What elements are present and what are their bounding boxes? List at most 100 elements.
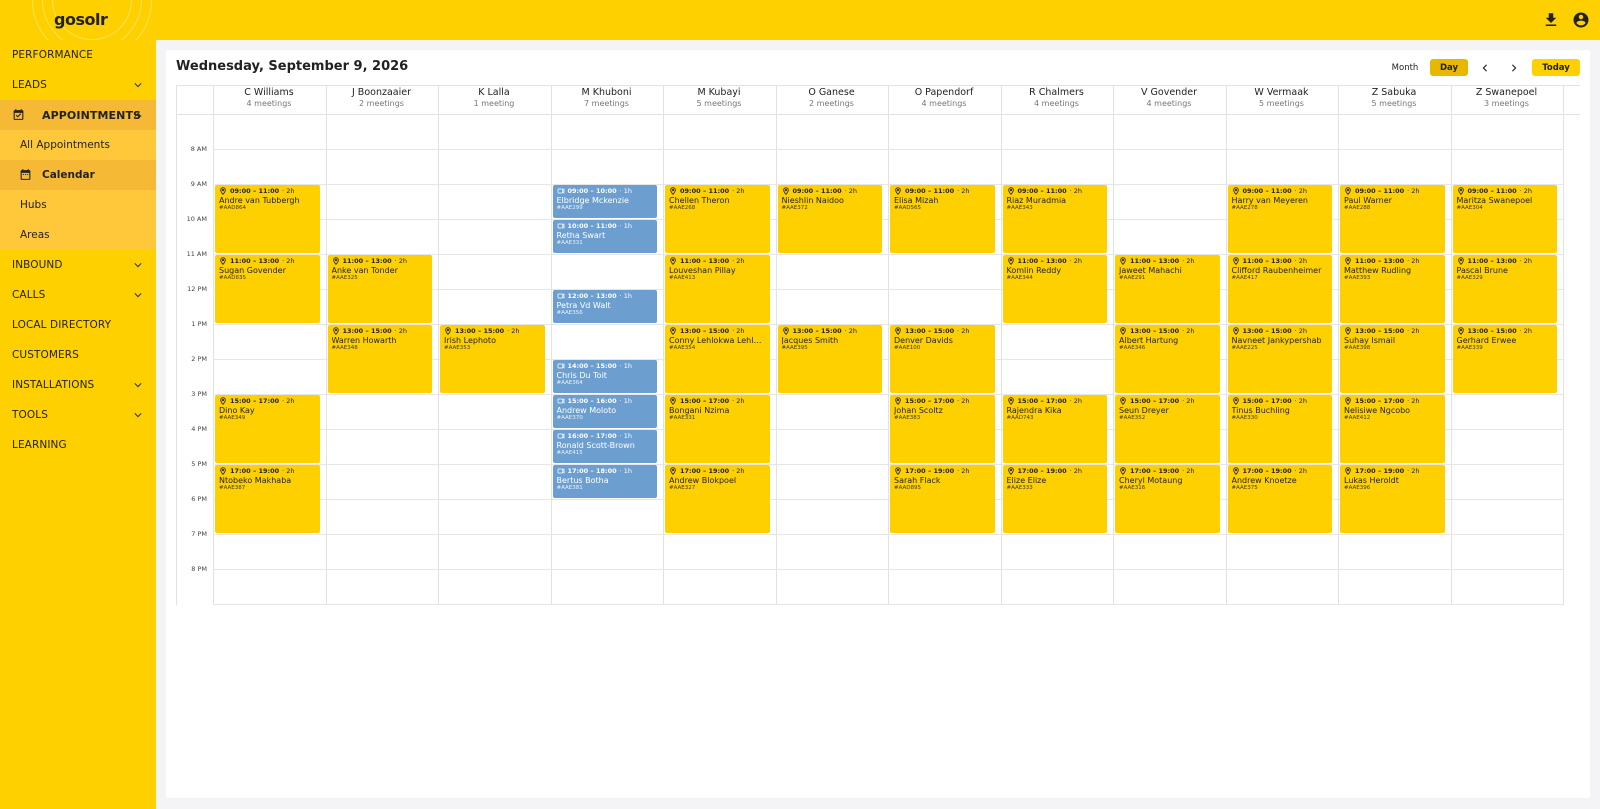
column-header[interactable]: V Govender 4 meetings	[1113, 87, 1225, 108]
appointment-card[interactable]: 09:00 – 11:00 · 2h Maritza Swanepoel #AAE30…	[1452, 185, 1557, 253]
nav-installations[interactable]: INSTALLATIONS	[0, 370, 156, 400]
appointment-card[interactable]: 17:00 – 19:00 · 2h Elize Elize #AAE333	[1002, 465, 1107, 533]
appointment-card[interactable]: 13:00 – 15:00 · 2h Jacques Smith #AAE395	[777, 325, 882, 393]
chevron-left-icon	[1482, 63, 1487, 72]
appointment-card[interactable]: 13:00 – 15:00 · 2h Albert Hartung #AAE346	[1115, 325, 1220, 393]
appointment-time: 09:00 – 11:00 · 2h	[782, 187, 879, 195]
location-pin-icon	[1007, 257, 1014, 265]
nav-performance[interactable]: PERFORMANCE	[0, 40, 156, 70]
appointment-time: 13:00 – 15:00 · 2h	[444, 327, 541, 335]
appointment-card[interactable]: 17:00 – 18:00 · 1h Bertus Botha #AAE381	[552, 465, 657, 498]
appointment-time: 13:00 – 15:00 · 2h	[1344, 327, 1441, 335]
appointment-card[interactable]: 10:00 – 11:00 · 1h Retha Swart #AAE331	[552, 220, 657, 253]
duration: · 2h	[282, 187, 295, 195]
day-view-button[interactable]: Day	[1430, 59, 1468, 76]
appointment-card[interactable]: 09:00 – 11:00 · 2h Paul Warner #AAE288	[1340, 185, 1445, 253]
column-header[interactable]: M Kubayi 5 meetings	[663, 87, 775, 108]
appointment-card[interactable]: 11:00 – 13:00 · 2h Matthew Rudling #AAE393	[1340, 255, 1445, 323]
month-view-button[interactable]: Month	[1387, 59, 1423, 76]
appointment-card[interactable]: 13:00 – 15:00 · 2h Irish Lephoto #AAE353	[440, 325, 545, 393]
customer-name: Clifford Raubenheimer	[1231, 266, 1322, 275]
download-icon[interactable]	[1542, 11, 1560, 29]
appointment-card[interactable]: 09:00 – 11:00 · 2h Andre van Tubbergh #AAD8…	[215, 185, 320, 253]
appointment-card[interactable]: 13:00 – 15:00 · 2h Conny Lehlokwa Lehlokwa…	[665, 325, 770, 393]
appointment-card[interactable]: 14:00 – 15:00 · 1h Chris Du Toit #AAE364	[552, 360, 657, 393]
appointment-card[interactable]: 15:00 – 16:00 · 1h Andrew Moloto #AAE370	[552, 395, 657, 428]
appointment-card[interactable]: 11:00 – 13:00 · 2h Louveshan Pillay #AAE413	[665, 255, 770, 323]
customer-name: Matthew Rudling	[1344, 266, 1412, 275]
today-button[interactable]: Today	[1532, 59, 1580, 76]
appointment-card[interactable]: 13:00 – 15:00 · 2h Warren Howarth #AAE348	[327, 325, 432, 393]
nav-local-directory[interactable]: LOCAL DIRECTORY	[0, 310, 156, 340]
column-header[interactable]: K Lalla 1 meeting	[438, 87, 550, 108]
location-pin-icon	[1232, 327, 1239, 335]
appointment-card[interactable]: 15:00 – 17:00 · 2h Rajendra Kika #AAD743	[1002, 395, 1107, 463]
nav-customers[interactable]: CUSTOMERS	[0, 340, 156, 370]
appointment-card[interactable]: 12:00 – 13:00 · 1h Petra Vd Walt #AAE356	[552, 290, 657, 323]
column-header[interactable]: O Ganese 2 meetings	[776, 87, 888, 108]
appointment-card[interactable]: 17:00 – 19:00 · 2h Cheryl Motaung #AAE316	[1115, 465, 1220, 533]
account-circle-icon[interactable]	[1572, 11, 1590, 29]
appointment-card[interactable]: 15:00 – 17:00 · 2h Seun Dreyer #AAE352	[1115, 395, 1220, 463]
appointment-card[interactable]: 15:00 – 17:00 · 2h Nelisiwe Ngcobo #AAE412	[1340, 395, 1445, 463]
location-pin-icon	[670, 467, 676, 475]
appointment-card[interactable]: 16:00 – 17:00 · 1h Ronald Scott-Brown #AAE4…	[552, 430, 657, 463]
appointment-reference: #AAE349	[219, 415, 246, 421]
duration: · 2h	[1294, 187, 1308, 195]
appointment-reference: #AAE356	[556, 310, 583, 316]
appointment-card[interactable]: 13:00 – 15:00 · 2h Navneet Jankypershab #AA…	[1227, 325, 1332, 393]
appointment-card[interactable]: 11:00 – 13:00 · 2h Anke van Tonder #AAE325	[327, 255, 432, 323]
nav-leads[interactable]: LEADS	[0, 70, 156, 100]
nav-calls[interactable]: CALLS	[0, 280, 156, 310]
appointment-card[interactable]: 15:00 – 17:00 · 2h Bongani Nzima #AAE331	[665, 395, 770, 463]
nav-all-appointments[interactable]: All Appointments	[0, 130, 156, 160]
nav-areas[interactable]: Areas	[0, 220, 156, 250]
next-button[interactable]	[1504, 59, 1524, 76]
appointment-card[interactable]: 17:00 – 19:00 · 2h Ntobeko Makhaba #AAE387	[215, 465, 320, 533]
appointment-card[interactable]: 11:00 – 13:00 · 2h Clifford Raubenheimer #A…	[1227, 255, 1332, 323]
appointment-card[interactable]: 11:00 – 13:00 · 2h Pascal Brune #AAE329	[1452, 255, 1557, 323]
appointment-card[interactable]: 11:00 – 13:00 · 2h Sugan Govender #AAD835	[215, 255, 320, 323]
column-divider	[1450, 85, 1452, 605]
column-header[interactable]: Z Sabuka 5 meetings	[1338, 87, 1450, 108]
column-header[interactable]: R Chalmers 4 meetings	[1001, 87, 1113, 108]
column-header[interactable]: O Papendorf 4 meetings	[888, 87, 1000, 108]
appointment-card[interactable]: 17:00 – 19:00 · 2h Lukas Heroldt #AAE396	[1340, 465, 1445, 533]
column-header[interactable]: Z Swanepoel 3 meetings	[1451, 87, 1563, 108]
appointment-card[interactable]: 09:00 – 10:00 · 1h Elbridge Mckenzie #AAE29…	[552, 185, 657, 218]
appointment-reference: #AAD565	[894, 205, 922, 211]
appointment-card[interactable]: 09:00 – 11:00 · 2h Elisa Mizah #AAD565	[890, 185, 995, 253]
nav-inbound[interactable]: INBOUND	[0, 250, 156, 280]
previous-button[interactable]	[1475, 59, 1495, 76]
appointment-card[interactable]: 17:00 – 19:00 · 2h Andrew Blokpoel #AAE327	[665, 465, 770, 533]
column-header[interactable]: C Williams 4 meetings	[213, 87, 325, 108]
column-header[interactable]: M Khuboni 7 meetings	[551, 87, 663, 108]
nav-appointments[interactable]: APPOINTMENTS	[0, 100, 156, 130]
appointment-card[interactable]: 09:00 – 11:00 · 2h Riaz Muradmia #AAE343	[1002, 185, 1107, 253]
appointment-card[interactable]: 13:00 – 15:00 · 2h Suhay Ismail #AAE398	[1340, 325, 1445, 393]
appointment-card[interactable]: 13:00 – 15:00 · 2h Denver Davids #AAE100	[890, 325, 995, 393]
appointment-card[interactable]: 15:00 – 17:00 · 2h Dino Kay #AAE349	[215, 395, 320, 463]
appointment-card[interactable]: 09:00 – 11:00 · 2h Chellen Theron #AAE268	[665, 185, 770, 253]
nav-tools[interactable]: TOOLS	[0, 400, 156, 430]
appointment-card[interactable]: 15:00 – 17:00 · 2h Johan Scoltz #AAE383	[890, 395, 995, 463]
appointment-card[interactable]: 17:00 – 19:00 · 2h Andrew Knoetze #AAE375	[1227, 465, 1332, 533]
consultant-name: M Khuboni	[581, 87, 632, 98]
nav-hubs[interactable]: Hubs	[0, 190, 156, 220]
appointment-card[interactable]: 11:00 – 13:00 · 2h Komlin Reddy #AAE344	[1002, 255, 1107, 323]
appointment-time: 09:00 – 11:00 · 2h	[1457, 187, 1554, 195]
nav-learning[interactable]: LEARNING	[0, 430, 156, 460]
time-range: 11:00 – 13:00	[1355, 257, 1405, 265]
app-logo[interactable]: gosolr	[54, 10, 108, 29]
location-pin-icon	[670, 397, 676, 405]
appointment-card[interactable]: 11:00 – 13:00 · 2h Jaweet Mahachi #AAE291	[1115, 255, 1220, 323]
appointment-card[interactable]: 13:00 – 15:00 · 2h Gerhard Erwee #AAE339	[1452, 325, 1557, 393]
location-pin-icon	[1232, 397, 1239, 405]
appointment-card[interactable]: 09:00 – 11:00 · 2h Harry van Meyeren #AAE27…	[1227, 185, 1332, 253]
appointment-card[interactable]: 15:00 – 17:00 · 2h Tinus Buchling #AAE330	[1227, 395, 1332, 463]
appointment-card[interactable]: 17:00 – 19:00 · 2h Sarah Flack #AAD895	[890, 465, 995, 533]
column-header[interactable]: W Vermaak 5 meetings	[1226, 87, 1338, 108]
column-header[interactable]: J Boonzaaier 2 meetings	[326, 87, 438, 108]
nav-calendar[interactable]: Calendar	[0, 160, 156, 190]
appointment-card[interactable]: 09:00 – 11:00 · 2h Nieshlin Naidoo #AAE372	[777, 185, 882, 253]
